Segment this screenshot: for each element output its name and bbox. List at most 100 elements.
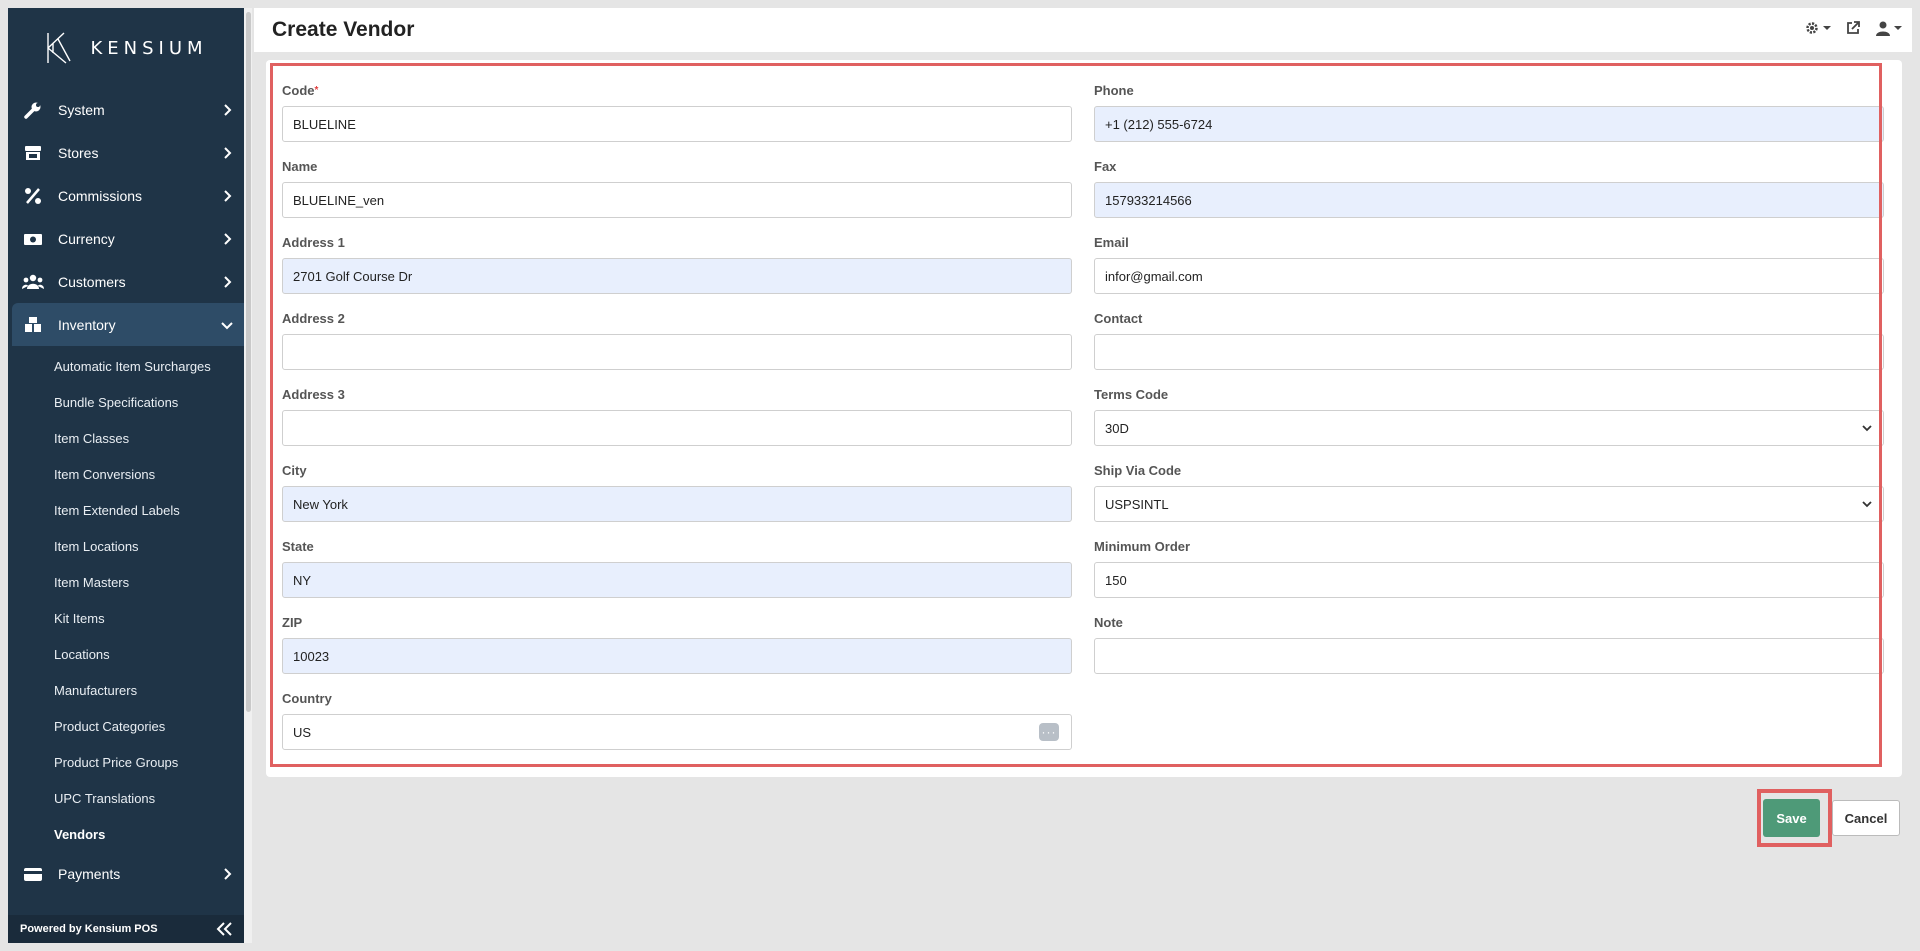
sidebar-item-customers[interactable]: Customers (8, 260, 244, 303)
state-label: State (282, 539, 314, 554)
contact-input[interactable] (1094, 334, 1884, 370)
state-input[interactable]: NY (282, 562, 1072, 598)
zip-value: 10023 (293, 648, 330, 664)
address-3-label: Address 3 (282, 387, 345, 402)
field-city: City New York (282, 462, 1072, 538)
submenu-item-vendors[interactable]: Vendors (8, 816, 244, 852)
address-1-input[interactable]: 2701 Golf Course Dr (282, 258, 1072, 294)
terms-code-value: 30D (1105, 420, 1129, 436)
sidebar-item-payments[interactable]: Payments (8, 852, 244, 895)
terms-code-select[interactable]: 30D (1094, 410, 1884, 446)
submenu-item-item-conversions[interactable]: Item Conversions (8, 456, 244, 492)
address-1-value: 2701 Golf Course Dr (293, 268, 413, 284)
collapse-sidebar-icon[interactable] (214, 921, 234, 937)
state-value: NY (293, 572, 312, 588)
sidebar-item-label: System (58, 101, 105, 118)
field-zip: ZIP 10023 (282, 614, 1072, 690)
code-label: Code* (282, 83, 319, 98)
store-icon (22, 142, 44, 164)
submenu-item-item-locations[interactable]: Item Locations (8, 528, 244, 564)
note-input[interactable] (1094, 638, 1884, 674)
sidebar-item-label: Customers (58, 273, 126, 290)
chevron-down-icon (1862, 501, 1872, 508)
address-2-input[interactable] (282, 334, 1072, 370)
minimum-order-input[interactable]: 150 (1094, 562, 1884, 598)
required-marker: * (314, 85, 319, 96)
submenu-item-item-extended-labels[interactable]: Item Extended Labels (8, 492, 244, 528)
submenu-item-locations[interactable]: Locations (8, 636, 244, 672)
submenu-item-kit-items[interactable]: Kit Items (8, 600, 244, 636)
sidebar-item-currency[interactable]: Currency (8, 217, 244, 260)
fax-label: Fax (1094, 159, 1117, 174)
sidebar-item-label: Stores (58, 144, 99, 161)
email-label: Email (1094, 235, 1129, 250)
name-label: Name (282, 159, 318, 174)
contact-label: Contact (1094, 311, 1143, 326)
field-terms-code: Terms Code 30D (1094, 386, 1884, 462)
open-external-button[interactable] (1845, 20, 1861, 36)
submenu-item-item-masters[interactable]: Item Masters (8, 564, 244, 600)
sidebar-item-commissions[interactable]: Commissions (8, 174, 244, 217)
sidebar-scrollbar-thumb[interactable] (246, 12, 251, 712)
form-right-column: Phone +1 (212) 555-6724 Fax 157933214566 Ema… (1094, 82, 1884, 690)
ship-via-code-label: Ship Via Code (1094, 463, 1182, 478)
field-code: Code* BLUELINE (282, 82, 1072, 158)
submenu-item-manufacturers[interactable]: Manufacturers (8, 672, 244, 708)
chevron-right-icon (224, 232, 232, 245)
credit-card-icon (22, 863, 44, 885)
sidebar-item-inventory[interactable]: Inventory (12, 303, 244, 346)
note-label: Note (1094, 615, 1123, 630)
phone-value: +1 (212) 555-6724 (1105, 116, 1213, 132)
field-state: State NY (282, 538, 1072, 614)
percent-icon (22, 185, 44, 207)
name-value: BLUELINE_ven (293, 192, 385, 208)
submenu-item-product-categories[interactable]: Product Categories (8, 708, 244, 744)
users-icon (22, 271, 44, 293)
chevron-down-icon (1862, 425, 1872, 432)
caret-down-icon (1823, 26, 1831, 30)
sidebar: KENSIUM System Stores Commissions Currency C… (8, 8, 244, 943)
field-address-1: Address 1 2701 Golf Course Dr (282, 234, 1072, 310)
lookup-ellipsis-icon[interactable]: ··· (1039, 723, 1059, 741)
code-input[interactable]: BLUELINE (282, 106, 1072, 142)
name-input[interactable]: BLUELINE_ven (282, 182, 1072, 218)
fax-input[interactable]: 157933214566 (1094, 182, 1884, 218)
ship-via-code-select[interactable]: USPSINTL (1094, 486, 1884, 522)
field-contact: Contact (1094, 310, 1884, 386)
sidebar-item-label: Currency (58, 230, 115, 247)
cancel-button[interactable]: Cancel (1832, 800, 1900, 836)
submenu-item-bundle-specifications[interactable]: Bundle Specifications (8, 384, 244, 420)
ship-via-code-value: USPSINTL (1105, 496, 1169, 512)
submenu-item-upc-translations[interactable]: UPC Translations (8, 780, 244, 816)
field-ship-via-code: Ship Via Code USPSINTL (1094, 462, 1884, 538)
zip-input[interactable]: 10023 (282, 638, 1072, 674)
field-phone: Phone +1 (212) 555-6724 (1094, 82, 1884, 158)
boxes-icon (22, 314, 44, 336)
field-country: Country US ··· (282, 690, 1072, 766)
address-3-input[interactable] (282, 410, 1072, 446)
brand-name: KENSIUM (90, 37, 208, 59)
city-value: New York (293, 496, 348, 512)
email-value: infor@gmail.com (1105, 268, 1203, 284)
submenu-item-item-classes[interactable]: Item Classes (8, 420, 244, 456)
settings-menu[interactable] (1804, 20, 1831, 36)
save-button[interactable]: Save (1763, 799, 1820, 837)
city-label: City (282, 463, 307, 478)
form-left-column: Code* BLUELINE Name BLUELINE_ven Address 1 27… (282, 82, 1072, 766)
sidebar-item-stores[interactable]: Stores (8, 131, 244, 174)
kensium-logo-icon (47, 32, 72, 64)
minimum-order-value: 150 (1105, 572, 1127, 588)
powered-by-text: Powered by Kensium POS (20, 923, 158, 935)
submenu-item-automatic-item-surcharges[interactable]: Automatic Item Surcharges (8, 348, 244, 384)
sidebar-item-system[interactable]: System (8, 88, 244, 131)
city-input[interactable]: New York (282, 486, 1072, 522)
email-input[interactable]: infor@gmail.com (1094, 258, 1884, 294)
terms-code-label: Terms Code (1094, 387, 1169, 402)
wrench-icon (22, 99, 44, 121)
user-menu[interactable] (1875, 20, 1902, 36)
gear-icon (1806, 22, 1818, 34)
phone-input[interactable]: +1 (212) 555-6724 (1094, 106, 1884, 142)
field-note: Note (1094, 614, 1884, 690)
submenu-item-product-price-groups[interactable]: Product Price Groups (8, 744, 244, 780)
country-input[interactable]: US ··· (282, 714, 1072, 750)
